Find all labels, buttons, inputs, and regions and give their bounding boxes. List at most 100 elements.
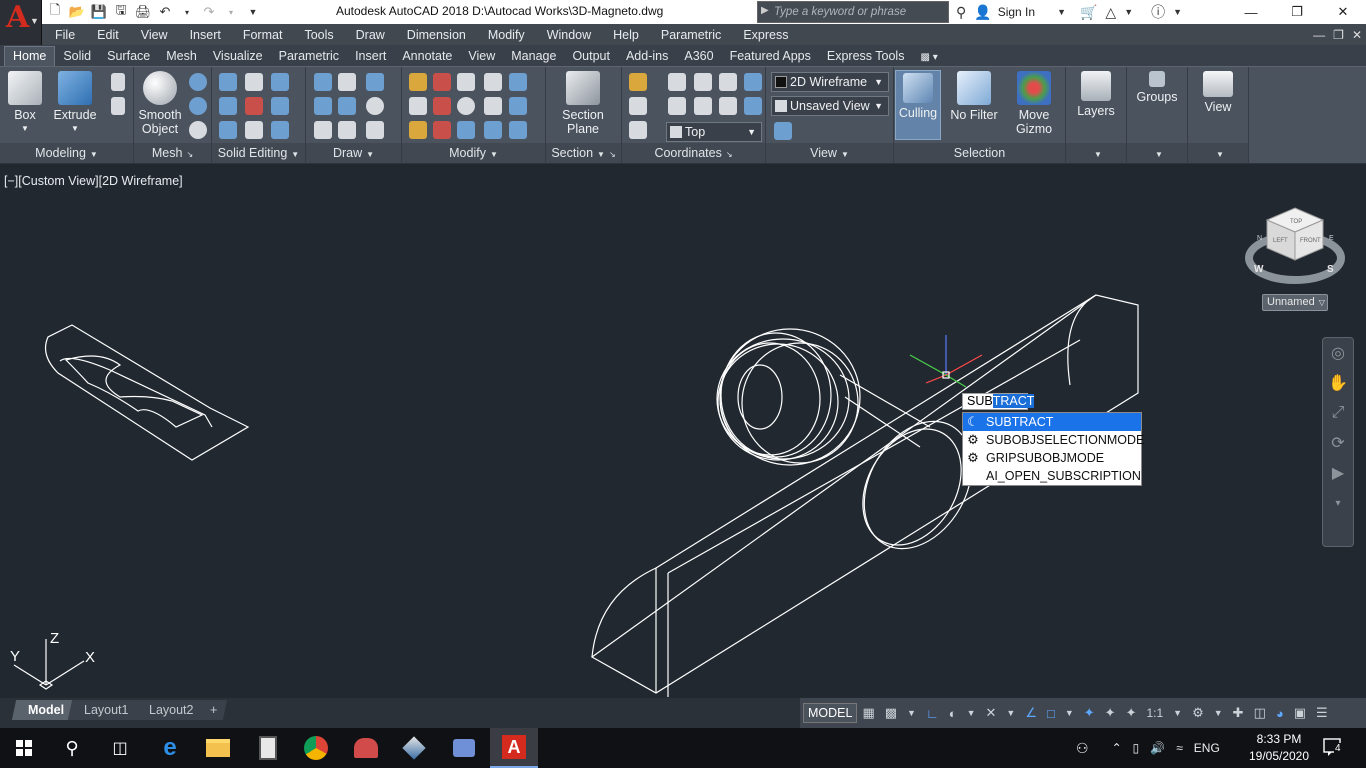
clean-screen-icon[interactable]: ▣ <box>1294 705 1306 721</box>
menu-express[interactable]: Express <box>732 28 799 42</box>
thicken-icon[interactable] <box>245 121 263 139</box>
doc-minimize-icon[interactable]: — <box>1313 28 1325 42</box>
smooth-object-button[interactable]: Smooth Object <box>132 71 188 136</box>
customization-icon[interactable]: ☰ <box>1316 705 1328 721</box>
open-icon[interactable]: 📂 <box>68 3 86 21</box>
ucs-origin-icon[interactable] <box>744 97 762 115</box>
cart-icon[interactable]: 🛒 <box>1080 4 1097 21</box>
snap-dropdown-icon[interactable]: ▼ <box>907 708 916 718</box>
polar-icon[interactable]: ◐ <box>949 706 957 721</box>
graphics-performance-icon[interactable]: ◕ <box>1276 706 1284 721</box>
ucs-view-combo[interactable]: Top ▼ <box>666 122 762 142</box>
user-icon[interactable]: 👤 <box>974 4 991 21</box>
copy-icon[interactable] <box>484 73 502 91</box>
section-plane-button[interactable]: Section Plane <box>555 71 611 136</box>
tab-add-ins[interactable]: Add-ins <box>618 47 676 66</box>
stretch-icon[interactable] <box>457 121 475 139</box>
panel-title-mesh[interactable]: Mesh ↘ <box>134 143 211 163</box>
showmotion-icon[interactable]: ▶ <box>1323 458 1353 488</box>
compass-w[interactable]: W <box>1254 264 1264 275</box>
redo-dropdown-icon[interactable]: ▾ <box>222 3 240 21</box>
extrude-button[interactable]: Extrude ▼ <box>47 71 103 136</box>
offset-icon[interactable] <box>509 73 527 91</box>
explode-icon[interactable] <box>433 121 451 139</box>
undo-icon[interactable]: ↶ <box>156 3 174 21</box>
ucs-x-icon[interactable] <box>694 73 712 91</box>
align-icon[interactable] <box>409 97 427 115</box>
isodraft-icon[interactable]: ✕ <box>985 705 996 721</box>
visual-style-combo[interactable]: 2D Wireframe ▼ <box>771 72 889 92</box>
ucs-y-icon[interactable] <box>719 73 737 91</box>
workspace-dropdown-icon[interactable]: ▼ <box>1214 708 1223 718</box>
screen-recorder-icon[interactable] <box>440 728 488 768</box>
object-snap-dropdown-icon[interactable]: ▼ <box>1065 708 1074 718</box>
refine-mesh-icon[interactable] <box>189 121 207 139</box>
shell-icon[interactable] <box>271 121 289 139</box>
extract-edges-icon[interactable] <box>271 97 289 115</box>
menu-help[interactable]: Help <box>602 28 650 42</box>
move-gizmo-button[interactable]: Move Gizmo <box>1006 71 1062 136</box>
dynamic-input-field[interactable]: SUBTRACT <box>962 393 1035 410</box>
grid-icon[interactable]: ▦ <box>862 705 874 721</box>
ucs-menu[interactable]: Unnamed ▽ <box>1262 294 1328 311</box>
close-icon[interactable]: ✕ <box>1320 0 1366 24</box>
interfere-icon[interactable] <box>245 97 263 115</box>
menu-tools[interactable]: Tools <box>293 28 344 42</box>
presspull-icon[interactable] <box>111 97 125 115</box>
file-explorer-icon[interactable] <box>194 728 242 768</box>
tab-manage[interactable]: Manage <box>503 47 564 66</box>
no-filter-button[interactable]: No Filter <box>946 71 1002 122</box>
tab-solid[interactable]: Solid <box>55 47 99 66</box>
workspace-gear-icon[interactable]: ⚙ <box>1192 705 1204 721</box>
viewport-config-icon[interactable] <box>774 122 792 140</box>
mirror-3d-icon[interactable] <box>409 121 427 139</box>
undo-dropdown-icon[interactable]: ▾ <box>178 3 196 21</box>
steering-wheel-icon[interactable]: ◎ <box>1323 338 1353 368</box>
groups-button[interactable]: Groups <box>1129 71 1185 104</box>
tab-home[interactable]: Home <box>4 46 56 66</box>
ucs-zaxis-icon[interactable] <box>719 97 737 115</box>
wifi-icon[interactable]: ≈ <box>1176 741 1183 755</box>
save-icon[interactable]: 💾 <box>90 3 108 21</box>
save-as-icon[interactable]: 🖫 <box>112 2 130 21</box>
ucs-named-icon[interactable] <box>629 121 647 139</box>
tab-view[interactable]: View <box>460 47 503 66</box>
panel-title-modify[interactable]: Modify ▼ <box>402 143 545 163</box>
ribbon-display-toggle-icon[interactable]: ▩ ▾ <box>912 50 945 66</box>
panel-title-view[interactable]: View ▼ <box>766 143 893 163</box>
tab-express-tools[interactable]: Express Tools <box>819 47 913 66</box>
application-menu-button[interactable]: A ▼ <box>0 0 42 45</box>
drawing-viewport[interactable]: [−][Custom View][2D Wireframe] Z X Y TOP… <box>0 165 1366 698</box>
tab-surface[interactable]: Surface <box>99 47 158 66</box>
show-hidden-icons-icon[interactable]: ⌃ <box>1112 741 1122 755</box>
spline-icon[interactable] <box>314 97 332 115</box>
inventor-icon[interactable] <box>390 728 438 768</box>
line-icon[interactable] <box>338 97 356 115</box>
rotate-icon[interactable] <box>457 97 475 115</box>
search-box[interactable]: ▶ Type a keyword or phrase <box>757 1 949 23</box>
edge-browser-icon[interactable]: e <box>146 728 194 768</box>
3d-rotate-icon[interactable] <box>409 73 427 91</box>
calculator-icon[interactable] <box>244 728 292 768</box>
tab-output[interactable]: Output <box>564 47 618 66</box>
redo-icon[interactable]: ↷ <box>200 3 218 21</box>
action-center-icon[interactable]: 4 <box>1322 737 1348 759</box>
autocomplete-item[interactable]: ⚙ SUBOBJSELECTIONMODE <box>963 431 1144 449</box>
autocad-taskbar-icon[interactable]: A <box>490 728 538 768</box>
help-icon[interactable]: ⓘ <box>1151 2 1165 22</box>
battery-icon[interactable]: ▯ <box>1133 741 1140 755</box>
move-icon[interactable] <box>457 73 475 91</box>
customize-qat-icon[interactable]: ▼ <box>244 3 262 21</box>
annotation-scale-value[interactable]: 1:1 <box>1146 706 1163 720</box>
smooth-less-icon[interactable] <box>189 97 207 115</box>
ucs-previous-icon[interactable] <box>629 97 647 115</box>
auto-scale-icon[interactable]: ✦ <box>1105 705 1116 721</box>
tab-parametric[interactable]: Parametric <box>271 47 347 66</box>
annotation-scale-icon[interactable]: ✦ <box>1126 705 1137 721</box>
helix-icon[interactable] <box>338 73 356 91</box>
isolate-objects-icon[interactable]: ◫ <box>1254 705 1266 721</box>
people-icon[interactable]: ⚇ <box>1076 740 1089 757</box>
menu-insert[interactable]: Insert <box>179 28 232 42</box>
help-dropdown-icon[interactable]: ▼ <box>1173 7 1182 17</box>
search-magnifier-icon[interactable]: ⚲ <box>48 728 96 768</box>
